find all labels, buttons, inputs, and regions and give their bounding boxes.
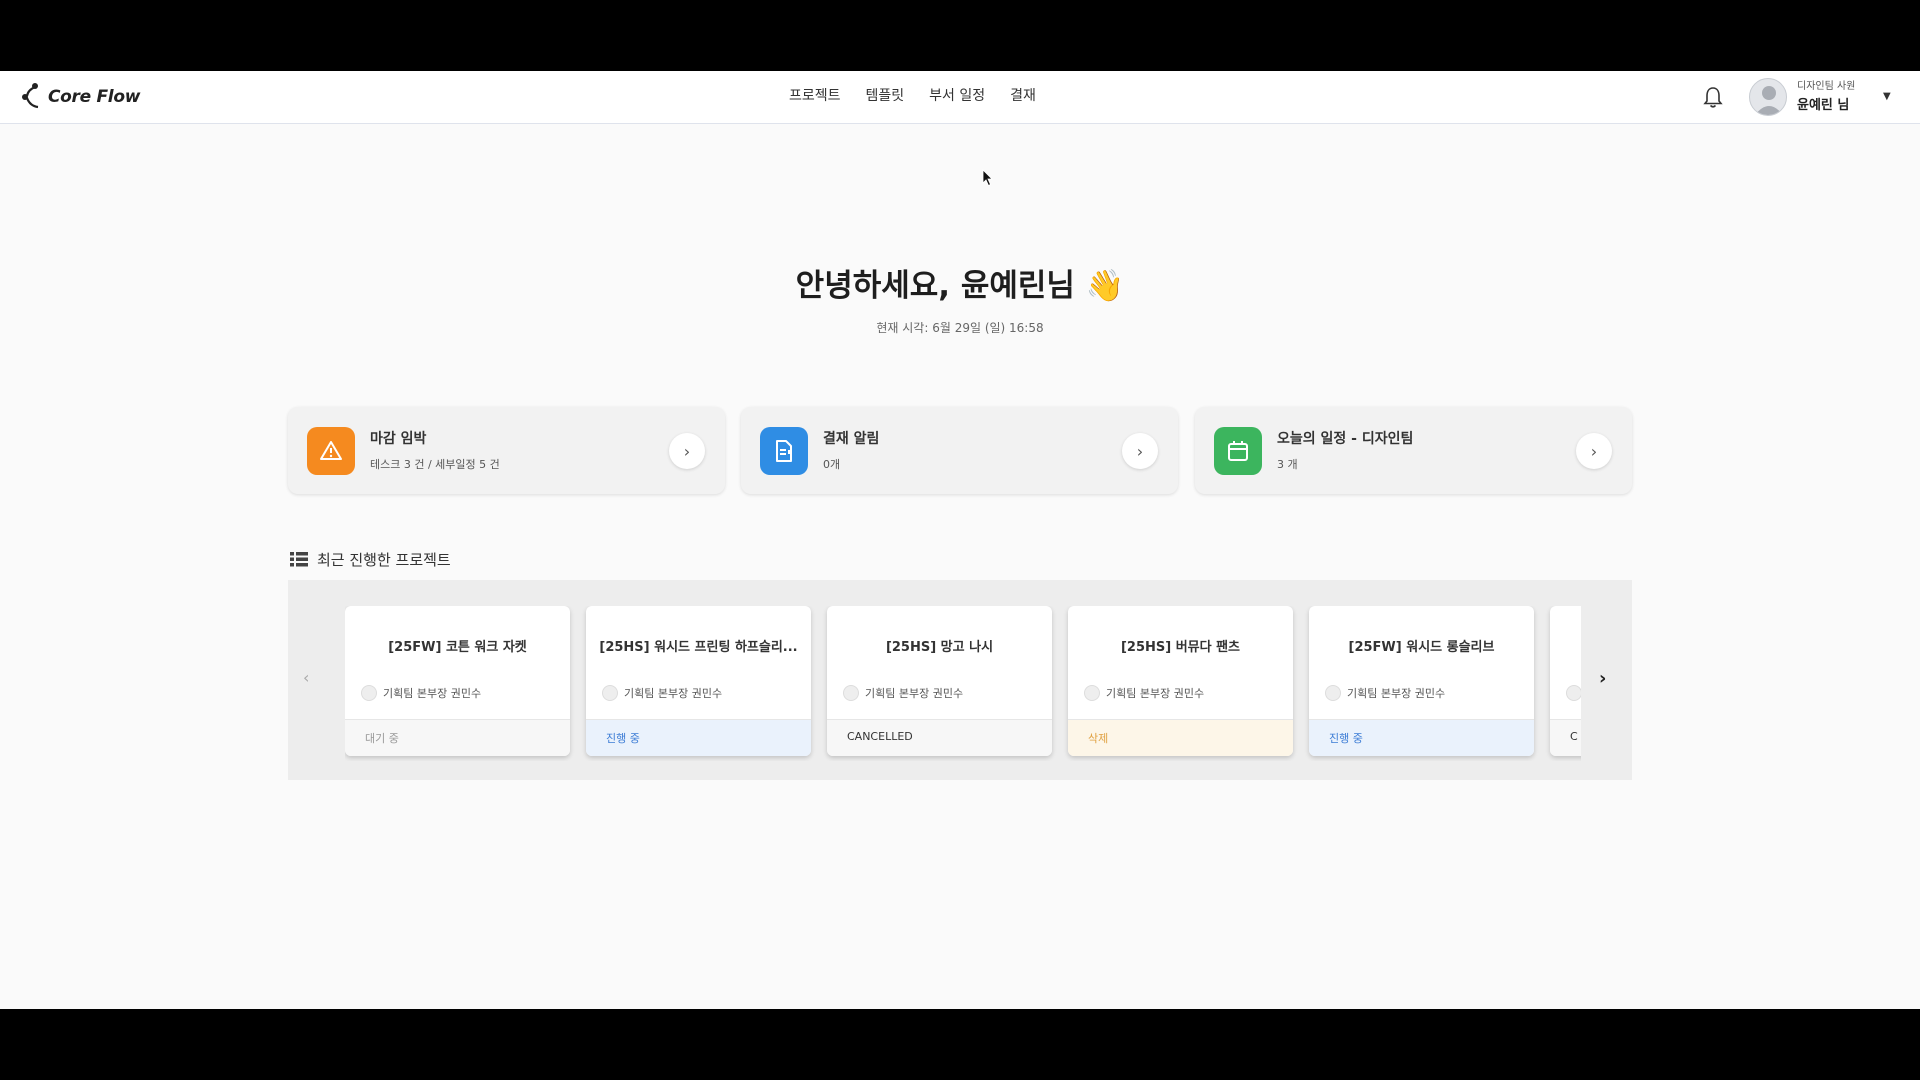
nav-templates[interactable]: 템플릿 — [866, 85, 905, 105]
bell-icon[interactable] — [1702, 85, 1724, 109]
card-subtitle: 3 개 — [1277, 458, 1298, 471]
status-badge: 삭제 — [1068, 719, 1293, 756]
status-badge: 진행 중 — [586, 719, 811, 756]
project-card[interactable]: [25HS] 망고 나시 기획팀 본부장 권민수 CANCELLED — [827, 606, 1052, 756]
warning-icon — [307, 427, 355, 475]
chevron-right-icon[interactable]: › — [1576, 433, 1612, 469]
project-owner: 기획팀 본부장 권민수 — [1084, 685, 1204, 701]
card-title: 마감 임박 — [370, 431, 427, 447]
project-title: [25HS] 버뮤다 팬츠 — [1120, 640, 1241, 655]
today-schedule-card[interactable]: 오늘의 일정 - 디자인팀 3 개 › — [1195, 407, 1632, 494]
project-card[interactable]: [25HS] 워시드 프린팅 하프슬리... 기획팀 본부장 권민수 진행 중 — [586, 606, 811, 756]
owner-name: 기획팀 본부장 권민수 — [865, 687, 964, 700]
card-subtitle: 0개 — [823, 458, 841, 471]
avatar — [1566, 685, 1581, 701]
avatar — [1325, 685, 1341, 701]
project-owner: 기획팀 본부장 권민수 — [602, 685, 722, 701]
card-title: 오늘의 일정 - 디자인팀 — [1277, 431, 1414, 447]
project-card[interactable]: [25HS] 버뮤다 팬츠 기획팀 본부장 권민수 삭제 — [1068, 606, 1293, 756]
avatar — [602, 685, 618, 701]
project-title: [25HS] 망고 나시 — [885, 640, 994, 655]
nav-approval[interactable]: 결재 — [1010, 85, 1036, 105]
chevron-right-icon[interactable]: › — [1599, 668, 1606, 689]
logo-text: Core Flow — [48, 87, 141, 107]
chevron-down-icon[interactable]: ▼ — [1883, 91, 1891, 102]
project-title: [25FW] 워시드 롱슬리브 — [1348, 640, 1495, 655]
page-title: 안녕하세요, 윤예린님 👋 — [795, 268, 1125, 304]
project-card[interactable]: [25FW] 워시드 롱슬리브 기획팀 본부장 권민수 진행 중 — [1309, 606, 1534, 756]
project-title: [25HS] 워시드 프린팅 하프슬리... — [599, 640, 798, 655]
chevron-right-icon[interactable]: › — [1122, 433, 1158, 469]
project-title: [25FW] 코튼 워크 자켓 — [388, 640, 527, 655]
project-owner: 기획팀 본부장 권민수 — [1325, 685, 1445, 701]
mouse-cursor-icon — [982, 169, 993, 187]
user-name: 윤예린 님 — [1797, 98, 1850, 113]
recent-projects-carousel: ‹ [25FW] 코튼 워크 자켓 기획팀 본부장 권민수 대기 중 [25HS… — [288, 580, 1632, 780]
nav-projects[interactable]: 프로젝트 — [789, 85, 841, 105]
deadline-card[interactable]: 마감 임박 테스크 3 건 / 세부일정 5 건 › — [288, 407, 725, 494]
status-badge: 진행 중 — [1309, 719, 1534, 756]
avatar — [843, 685, 859, 701]
avatar[interactable] — [1749, 78, 1787, 116]
avatar — [361, 685, 377, 701]
project-owner: 기획팀 본부장 권민수 — [361, 685, 481, 701]
owner-name: 기획팀 본부장 권민수 — [383, 687, 482, 700]
project-card[interactable]: [25FW] 코튼 워크 자켓 기획팀 본부장 권민수 대기 중 — [345, 606, 570, 756]
logo[interactable]: Core Flow — [22, 81, 140, 113]
status-badge: CANCELLED — [827, 719, 1052, 756]
card-title: 결재 알림 — [823, 431, 880, 447]
status-badge: C — [1550, 719, 1581, 756]
chevron-right-icon[interactable]: › — [669, 433, 705, 469]
project-owner — [1566, 685, 1581, 701]
avatar — [1084, 685, 1100, 701]
owner-name: 기획팀 본부장 권민수 — [624, 687, 723, 700]
main-nav: 프로젝트 템플릿 부서 일정 결재 — [789, 85, 1036, 105]
approval-card[interactable]: 결재 알림 0개 › — [741, 407, 1178, 494]
logo-icon — [22, 83, 39, 109]
user-silhouette-icon — [1755, 86, 1783, 115]
owner-name: 기획팀 본부장 권민수 — [1106, 687, 1205, 700]
user-role: 디자인팀 사원 — [1797, 81, 1856, 92]
calendar-icon — [1214, 427, 1262, 475]
current-time: 현재 시각: 6월 29일 (일) 16:58 — [876, 321, 1044, 335]
project-card[interactable]: C — [1550, 606, 1581, 756]
recent-projects-heading: 최근 진행한 프로젝트 — [290, 549, 451, 570]
recent-projects-title: 최근 진행한 프로젝트 — [317, 551, 451, 569]
project-owner: 기획팀 본부장 권민수 — [843, 685, 963, 701]
nav-department-schedule[interactable]: 부서 일정 — [929, 85, 985, 105]
chevron-left-icon[interactable]: ‹ — [303, 668, 309, 687]
owner-name: 기획팀 본부장 권민수 — [1347, 687, 1446, 700]
document-icon — [760, 427, 808, 475]
app-screen: Core Flow 프로젝트 템플릿 부서 일정 결재 디자인팀 사원 윤예린 … — [0, 71, 1920, 1009]
status-badge: 대기 중 — [345, 719, 570, 756]
top-header: Core Flow 프로젝트 템플릿 부서 일정 결재 디자인팀 사원 윤예린 … — [0, 71, 1920, 124]
list-icon — [290, 552, 308, 567]
card-subtitle: 테스크 3 건 / 세부일정 5 건 — [370, 458, 500, 471]
carousel-viewport: [25FW] 코튼 워크 자켓 기획팀 본부장 권민수 대기 중 [25HS] … — [345, 606, 1581, 761]
